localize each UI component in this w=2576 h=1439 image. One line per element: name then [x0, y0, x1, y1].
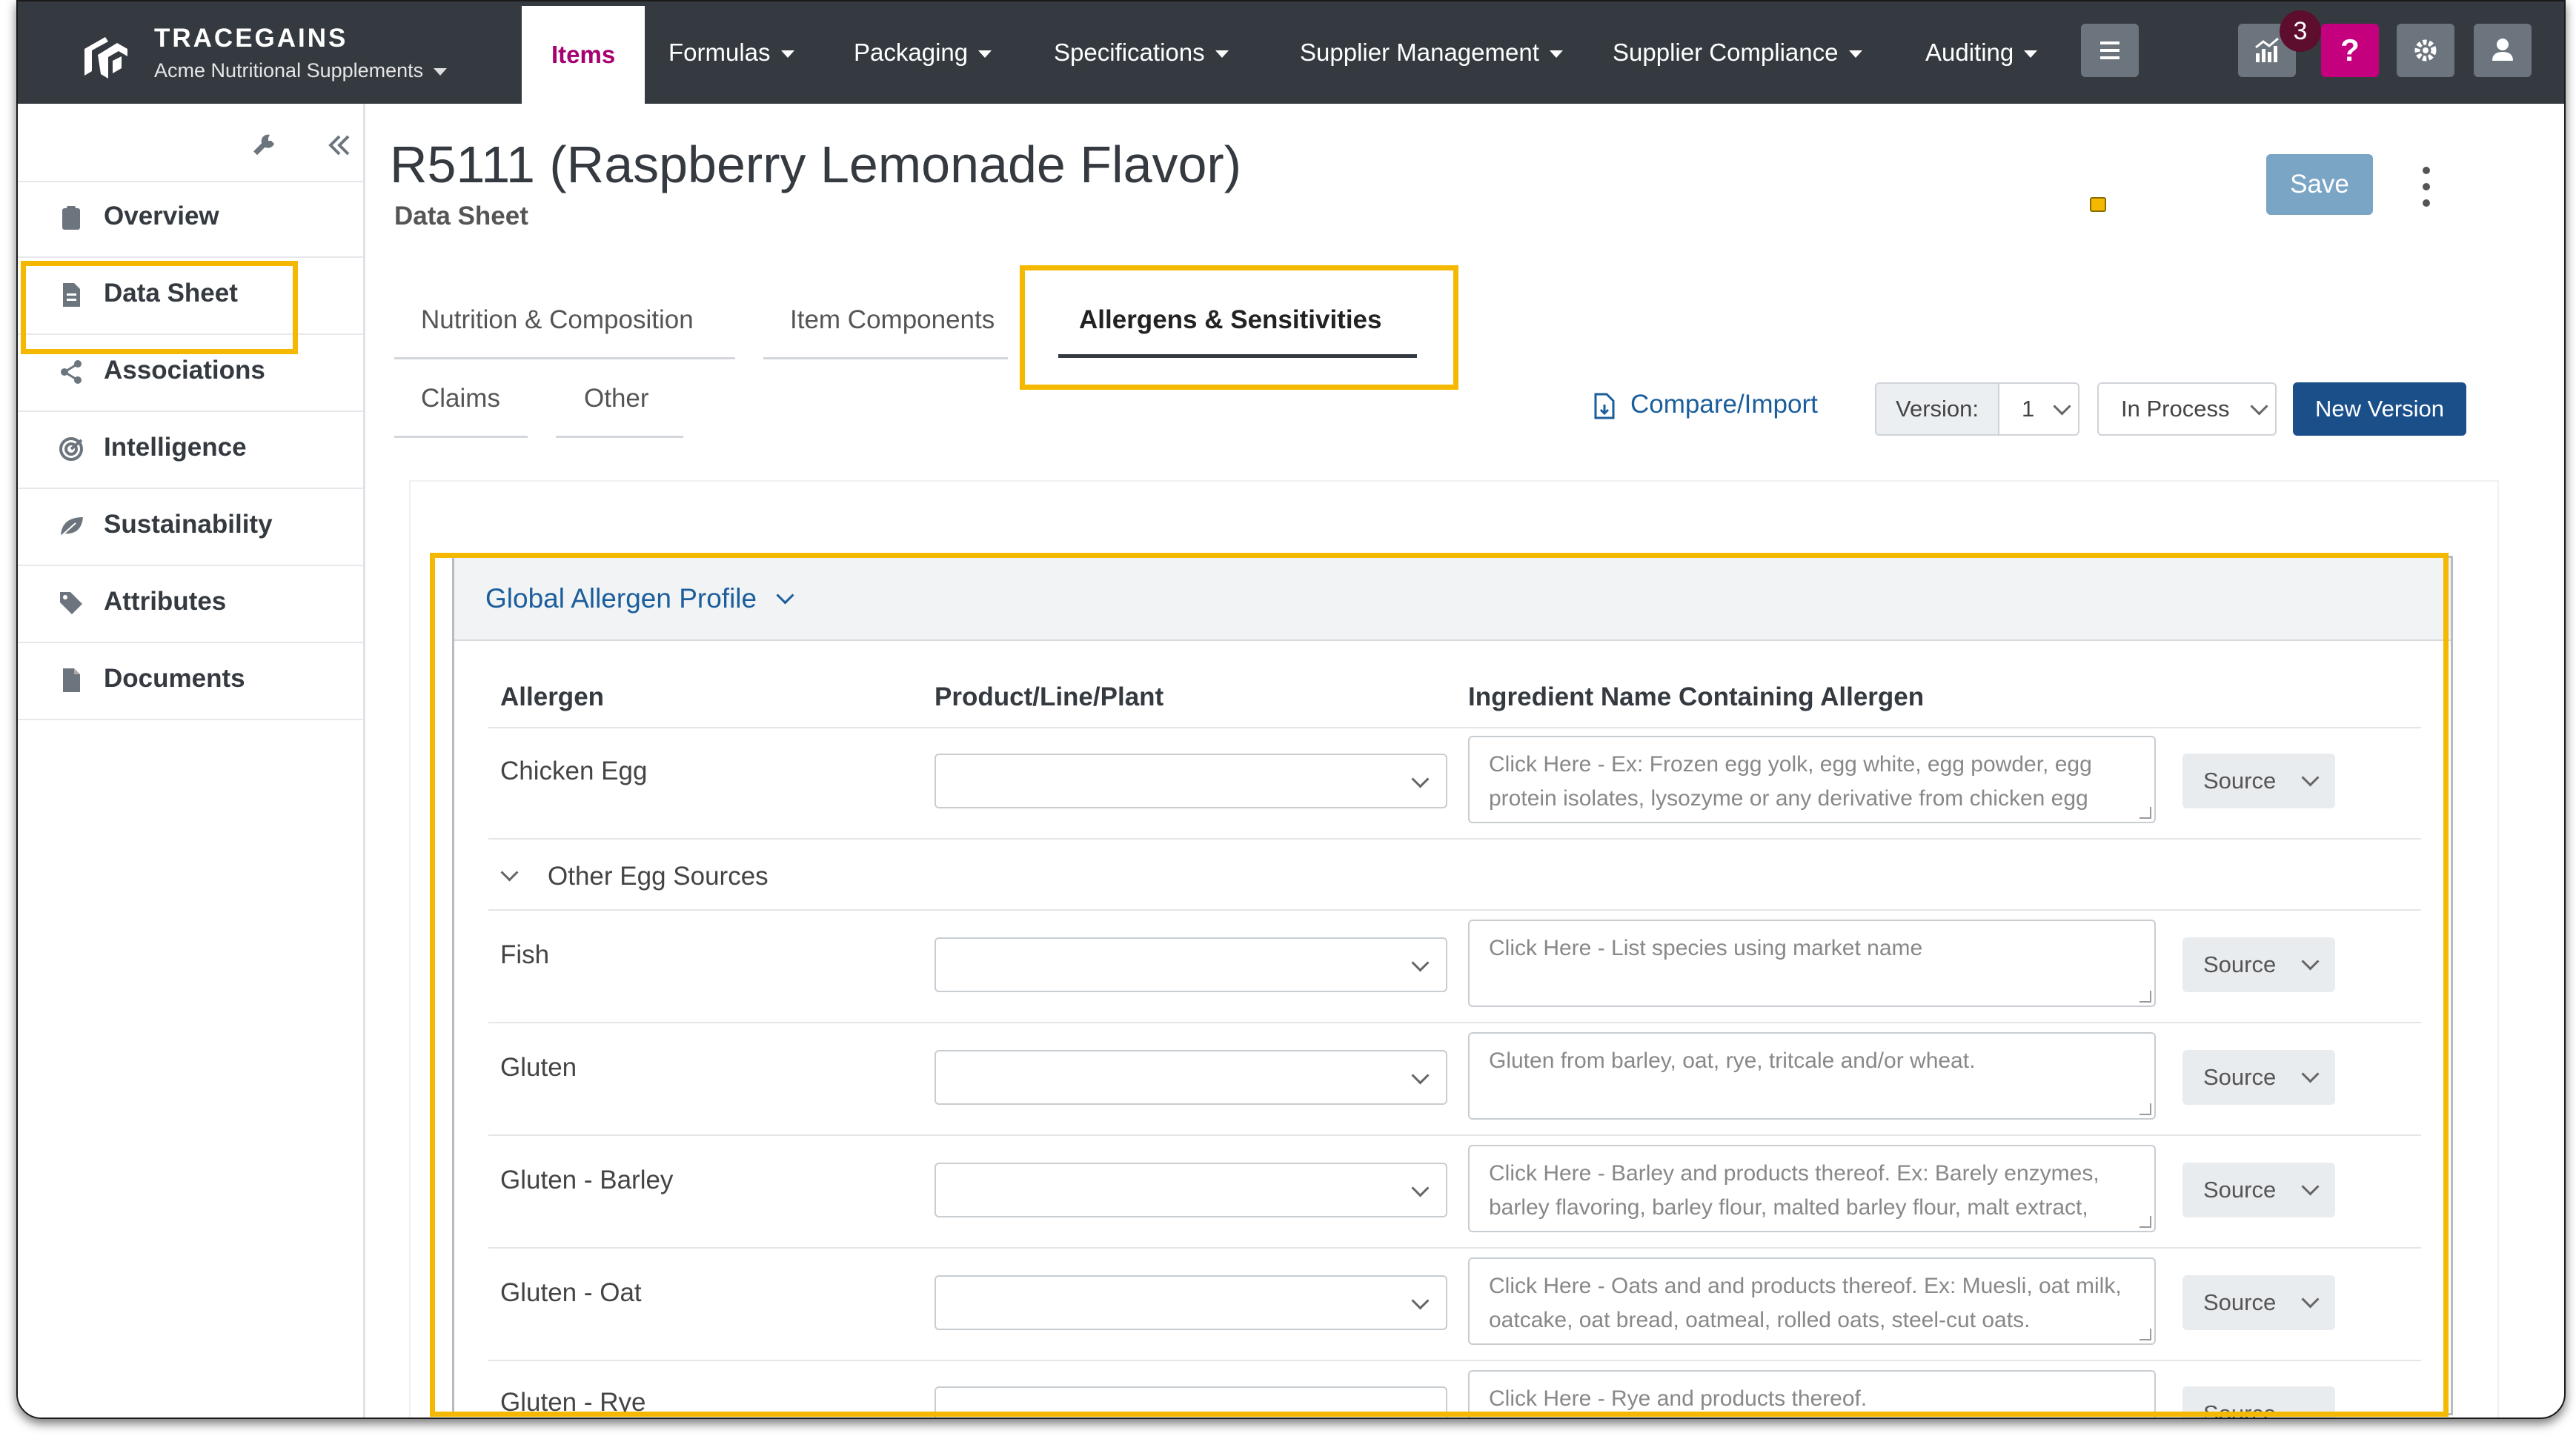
tab-underline — [394, 357, 735, 359]
tab-nutrition-composition[interactable]: Nutrition & Composition — [421, 305, 694, 335]
highlight-data-sheet — [21, 261, 298, 354]
user-icon — [2492, 39, 2513, 61]
user-button[interactable] — [2474, 24, 2532, 77]
compare-import-link[interactable]: Compare/Import — [1593, 390, 1818, 419]
nav-auditing[interactable]: Auditing — [1925, 1, 2038, 104]
nav-packaging[interactable]: Packaging — [854, 1, 992, 104]
compare-import-label: Compare/Import — [1630, 390, 1818, 419]
sidebar-item-label: Attributes — [104, 587, 227, 616]
page-title: R5111 (Raspberry Lemonade Flavor) — [390, 136, 1242, 193]
chevron-down-icon — [1848, 50, 1862, 59]
nav-supplier-management-label: Supplier Management — [1300, 39, 1539, 66]
top-nav: TRACEGAINS Acme Nutritional Supplements … — [18, 1, 2564, 104]
chevron-down-icon — [780, 50, 794, 59]
tab-other[interactable]: Other — [584, 384, 649, 413]
org-name: Acme Nutritional Supplements — [154, 59, 424, 82]
status-value: In Process — [2121, 396, 2230, 422]
collapse-sidebar-icon[interactable] — [325, 130, 354, 160]
sidebar-item-label: Sustainability — [104, 510, 273, 539]
sidebar-item-label: Documents — [104, 664, 245, 693]
settings-button[interactable] — [2397, 24, 2454, 77]
brand[interactable]: TRACEGAINS Acme Nutritional Supplements — [59, 21, 497, 87]
nav-packaging-label: Packaging — [854, 39, 969, 66]
brand-name: TRACEGAINS — [154, 24, 348, 53]
chevron-down-icon — [1215, 50, 1229, 59]
tag-icon — [60, 592, 82, 614]
tab-underline — [763, 357, 1008, 359]
sidebar-item-intelligence[interactable]: Intelligence — [18, 412, 363, 489]
gear-icon — [2414, 39, 2437, 62]
page-subtitle: Data Sheet — [394, 202, 528, 230]
status-select[interactable]: In Process — [2097, 382, 2277, 436]
nav-formulas-label: Formulas — [668, 39, 771, 66]
nav-supplier-compliance-label: Supplier Compliance — [1613, 39, 1839, 66]
nav-items[interactable]: Items — [522, 6, 645, 104]
nav-supplier-compliance[interactable]: Supplier Compliance — [1613, 1, 1862, 104]
help-button[interactable]: ? — [2321, 24, 2379, 77]
nav-specifications[interactable]: Specifications — [1054, 1, 1229, 104]
sidebar-item-documents[interactable]: Documents — [18, 643, 363, 720]
tab-item-components[interactable]: Item Components — [790, 305, 995, 335]
chevron-down-icon — [434, 67, 448, 76]
hamburger-icon — [2100, 41, 2119, 59]
clipboard-icon — [62, 206, 80, 230]
file-import-icon — [1594, 393, 1615, 419]
chevron-down-icon — [2053, 397, 2071, 416]
radar-icon — [59, 437, 83, 461]
menu-button[interactable] — [2081, 24, 2139, 77]
sidebar-item-attributes[interactable]: Attributes — [18, 566, 363, 643]
version-label: Version: — [1875, 382, 1999, 436]
sidebar-item-label: Associations — [104, 356, 265, 385]
highlight-allergen-profile — [430, 553, 2449, 1417]
share-icon — [61, 360, 82, 384]
app-window: TRACEGAINS Acme Nutritional Supplements … — [16, 0, 2566, 1419]
indicator-marker — [2090, 197, 2106, 212]
leaf-icon — [60, 517, 83, 537]
chevron-down-icon — [2024, 50, 2038, 59]
nav-formulas[interactable]: Formulas — [668, 1, 794, 104]
nav-auditing-label: Auditing — [1925, 39, 2014, 66]
file-icon — [63, 668, 80, 692]
tab-claims[interactable]: Claims — [421, 384, 500, 413]
sidebar-item-label: Intelligence — [104, 433, 247, 462]
save-button[interactable]: Save — [2266, 154, 2373, 215]
org-switcher[interactable]: Acme Nutritional Supplements — [154, 59, 448, 82]
tracegains-logo-icon — [84, 37, 127, 79]
chevron-down-icon — [1549, 50, 1563, 59]
tab-underline — [394, 436, 528, 438]
version-select[interactable]: 1 — [1998, 382, 2079, 436]
chevron-down-icon — [2250, 397, 2268, 416]
sidebar-item-overview[interactable]: Overview — [18, 181, 363, 258]
tab-underline — [556, 436, 683, 438]
nav-supplier-management[interactable]: Supplier Management — [1300, 1, 1563, 104]
sidebar-item-label: Overview — [104, 202, 219, 230]
sidebar-item-sustainability[interactable]: Sustainability — [18, 489, 363, 566]
highlight-allergens-tab — [1020, 265, 1458, 390]
chevron-down-icon — [978, 50, 992, 59]
more-options-icon[interactable] — [2419, 164, 2434, 209]
sidebar-tools — [18, 104, 363, 182]
nav-specifications-label: Specifications — [1054, 39, 1205, 66]
wrench-icon[interactable] — [249, 130, 279, 160]
version-value: 1 — [2022, 396, 2035, 422]
notification-badge: 3 — [2280, 10, 2321, 52]
new-version-button[interactable]: New Version — [2293, 382, 2466, 436]
help-icon: ? — [2340, 33, 2360, 67]
